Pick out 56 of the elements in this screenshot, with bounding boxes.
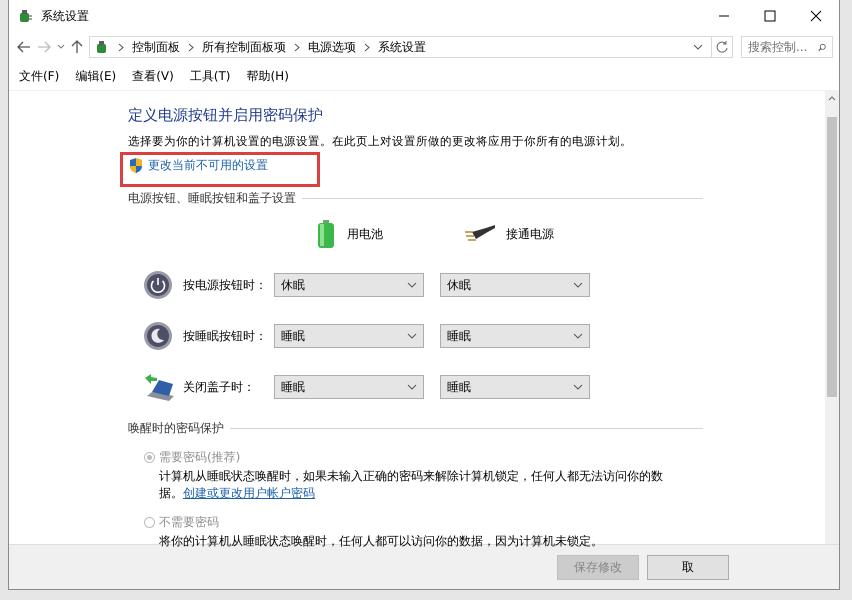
breadcrumb[interactable]: 电源选项 <box>308 38 356 56</box>
dropdown[interactable]: 睡眠 <box>440 375 590 399</box>
chevron-down-icon <box>407 384 417 390</box>
column-label: 用电池 <box>347 226 383 242</box>
power-icon <box>143 270 173 300</box>
settings-link[interactable]: 更改当前不可用的设置 <box>148 157 268 174</box>
chevron-right-icon <box>118 42 124 52</box>
shield-icon <box>128 157 144 174</box>
chevron-down-icon <box>407 282 417 288</box>
chevron-down-icon <box>573 384 583 390</box>
battery-icon <box>315 219 337 249</box>
search-field[interactable]: 搜索控制... <box>741 36 833 58</box>
chevron-down-icon <box>573 282 583 288</box>
column-label: 接通电源 <box>506 226 554 242</box>
chevron-down-icon[interactable] <box>693 44 703 50</box>
breadcrumb[interactable]: 控制面板 <box>132 38 180 56</box>
option-description: 将你的计算机从睡眠状态唤醒时，任何人都可以访问你的数据，因为计算机未锁定。 <box>159 533 604 550</box>
scroll-up-icon[interactable] <box>828 96 836 101</box>
option-label: 需要密码(推荐) <box>159 449 240 466</box>
chevron-down-icon <box>407 333 417 339</box>
section-title: 唤醒时的密码保护 <box>128 420 224 437</box>
dropdown[interactable]: 休眠 <box>274 273 424 297</box>
dropdown[interactable]: 睡眠 <box>274 324 424 348</box>
plug-icon <box>464 224 496 244</box>
menu-item[interactable]: 工具(T) <box>182 68 238 84</box>
menu-item[interactable]: 帮助(H) <box>238 68 297 84</box>
dropdown[interactable]: 休眠 <box>440 273 590 297</box>
option-label: 不需要密码 <box>159 514 219 531</box>
setting-label: 按睡眠按钮时： <box>183 328 264 344</box>
search-icon <box>818 42 826 52</box>
setting-label: 关闭盖子时： <box>183 378 256 396</box>
back-arrow-icon[interactable] <box>17 41 31 53</box>
dropdown[interactable]: 睡眠 <box>440 324 590 348</box>
dropdown[interactable]: 睡眠 <box>274 375 424 399</box>
menu-item[interactable]: 查看(V) <box>124 68 182 84</box>
laptop-icon <box>143 372 175 402</box>
menu-item[interactable]: 编辑(E) <box>67 68 124 84</box>
app-icon <box>17 8 33 24</box>
window-title: 系统设置 <box>41 8 90 24</box>
cancel-button[interactable]: 取 <box>647 554 729 580</box>
option-description: 计算机从睡眠状态唤醒时，如果未输入正确的密码来解除计算机锁定，任何人都无法访问你的数据。创建或更改用户帐户密码 <box>159 468 664 502</box>
chevron-right-icon <box>364 42 370 52</box>
breadcrumb[interactable]: 系统设置 <box>378 38 426 56</box>
setting-label: 按电源按钮时： <box>183 276 264 294</box>
section-title: 电源按钮、睡眠按钮和盖子设置 <box>128 190 296 207</box>
scrollbar[interactable] <box>825 91 839 544</box>
up-arrow-icon[interactable] <box>71 40 83 54</box>
chevron-down-icon <box>573 333 583 339</box>
chevron-right-icon <box>294 42 300 52</box>
breadcrumb[interactable]: 所有控制面板项 <box>202 38 286 56</box>
page-description: 选择要为你的计算机设置的电源设置。在此页上对设置所做的更改将应用于你所有的电源计划。 <box>128 134 633 149</box>
page-heading: 定义电源按钮并启用密码保护 <box>128 106 324 125</box>
chevron-right-icon <box>188 42 194 52</box>
menu-item[interactable]: 文件(F) <box>11 68 68 84</box>
chevron-down-icon[interactable] <box>57 44 65 50</box>
moon-icon <box>143 321 173 351</box>
